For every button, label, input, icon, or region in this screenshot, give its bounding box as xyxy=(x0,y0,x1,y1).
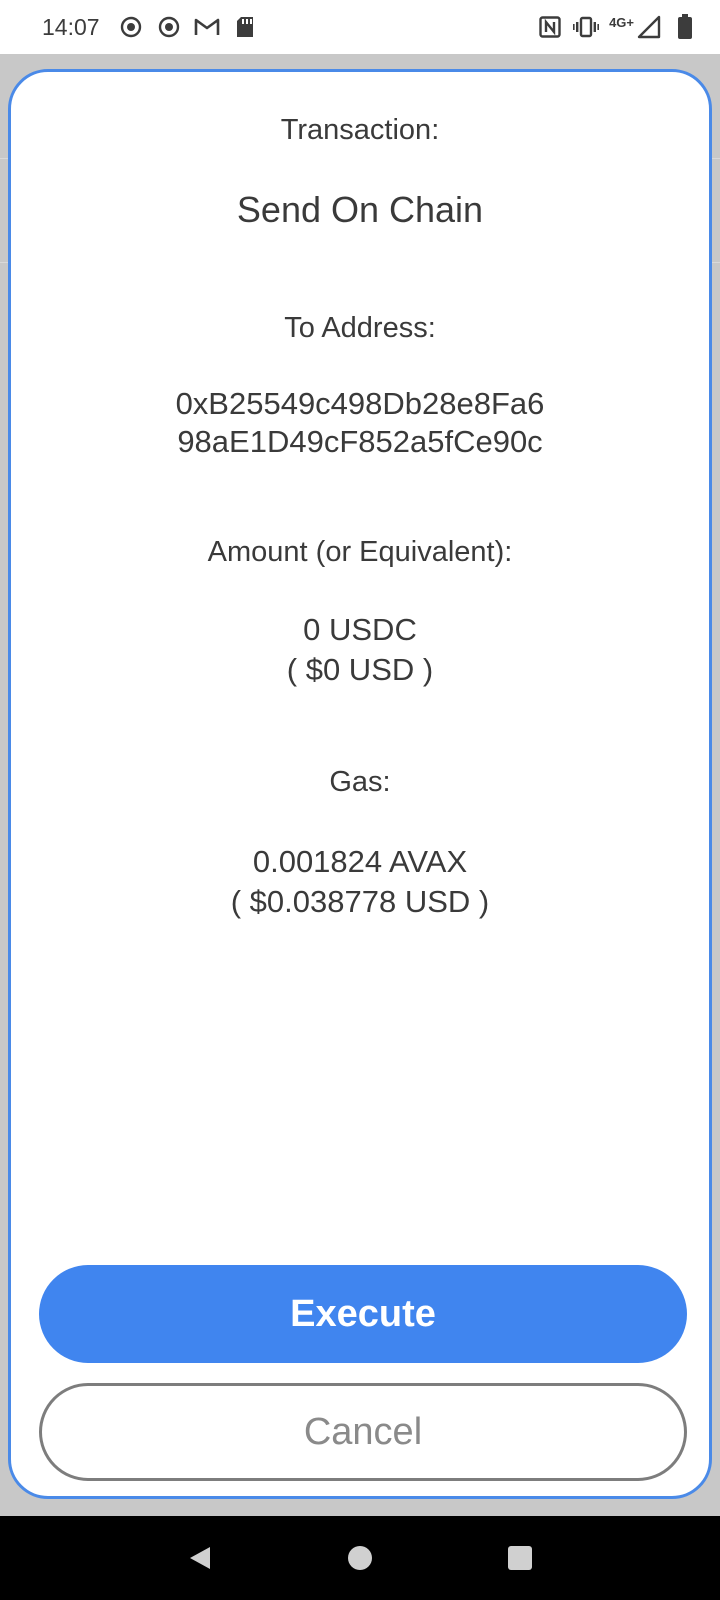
execute-button[interactable]: Execute xyxy=(39,1265,687,1363)
signal-icon xyxy=(636,14,662,40)
battery-icon xyxy=(672,14,698,40)
transaction-type: Send On Chain xyxy=(236,189,484,230)
recents-icon[interactable] xyxy=(496,1534,544,1582)
to-address-line-2: 98aE1D49cF852a5fCe90c xyxy=(177,424,543,459)
status-time: 14:07 xyxy=(42,13,100,40)
network-type: 4G+ xyxy=(609,14,634,30)
to-address-line-1: 0xB25549c498Db28e8Fa6 xyxy=(175,386,545,421)
transaction-label: Transaction: xyxy=(280,114,440,146)
amount-label: Amount (or Equivalent): xyxy=(207,536,513,568)
cancel-button[interactable]: Cancel xyxy=(39,1383,687,1481)
home-icon[interactable] xyxy=(336,1534,384,1582)
status-bar: 14:07 4G+ xyxy=(0,0,720,54)
gas-value: 0.001824 AVAX xyxy=(252,844,468,879)
record-icon xyxy=(118,14,144,40)
status-icons-right: 4G+ xyxy=(537,14,698,40)
amount-usd: ( $0 USD ) xyxy=(286,652,434,687)
navigation-bar xyxy=(0,1516,720,1600)
status-icons-left xyxy=(118,14,258,40)
vibrate-icon xyxy=(573,14,600,40)
back-icon[interactable] xyxy=(176,1534,224,1582)
amount-value: 0 USDC xyxy=(303,612,417,647)
transaction-dialog: Transaction: Send On Chain To Address: 0… xyxy=(8,69,712,1499)
sd-card-icon xyxy=(232,14,258,40)
record-icon xyxy=(156,14,182,40)
to-address-label: To Address: xyxy=(284,312,436,344)
nfc-icon xyxy=(537,14,563,40)
gmail-icon xyxy=(194,14,220,40)
gas-usd: ( $0.038778 USD ) xyxy=(230,884,490,919)
gas-label: Gas: xyxy=(329,766,391,798)
